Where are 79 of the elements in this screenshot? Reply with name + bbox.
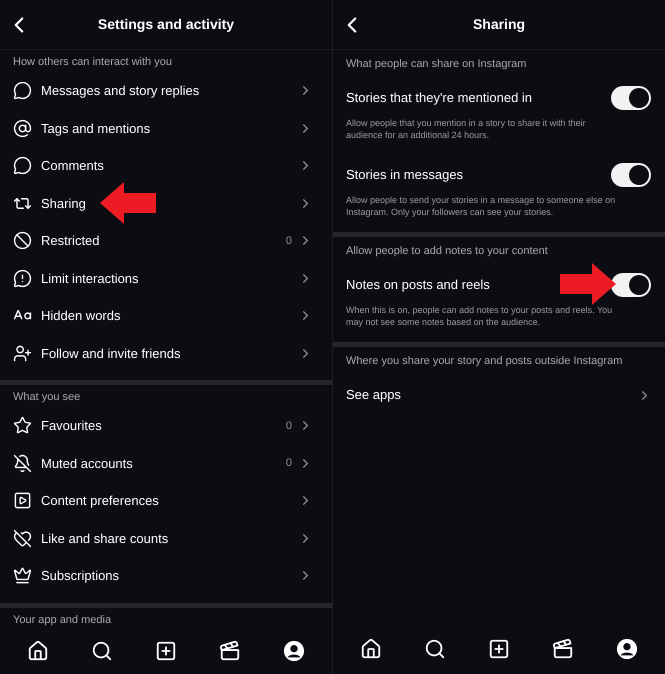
row-count: 0: [286, 418, 292, 434]
profile-icon: [616, 638, 638, 660]
row-label: Muted accounts: [41, 454, 133, 472]
row-label: Messages and story replies: [41, 82, 200, 100]
row-label: Tags and mentions: [41, 120, 150, 138]
search-button[interactable]: [424, 638, 446, 660]
row-label: Restricted: [41, 232, 100, 250]
row-label: See apps: [346, 386, 401, 404]
row-count: 0: [286, 456, 292, 471]
toggle-switch[interactable]: [611, 163, 651, 187]
setting-description: Allow people that you mention in a story to share it with their audience for an additional 24 hours.: [346, 118, 587, 141]
clapperboard-button[interactable]: [552, 638, 574, 660]
clapperboard-icon: [552, 638, 574, 660]
search-button[interactable]: [91, 640, 113, 662]
search-icon: [91, 640, 113, 662]
create-button[interactable]: [488, 638, 510, 660]
create-icon: [488, 638, 510, 660]
toggle-switch[interactable]: [611, 273, 651, 297]
row-label: Follow and invite friends: [41, 344, 180, 362]
home-icon: [27, 640, 49, 662]
settings-row[interactable]: Restricted 0: [0, 222, 332, 260]
settings-row[interactable]: Like and share counts: [0, 520, 332, 557]
settings-row[interactable]: Sharing: [0, 184, 332, 222]
section-heading: Where you share your story and posts outside Instagram: [346, 354, 624, 369]
settings-row[interactable]: Tags and mentions: [0, 110, 332, 147]
profile-icon: [283, 640, 305, 662]
section-heading: What people can share on Instagram: [346, 57, 528, 72]
home-icon: [360, 638, 382, 660]
profile-button[interactable]: [616, 638, 638, 660]
settings-row[interactable]: Subscriptions: [0, 557, 332, 594]
settings-row[interactable]: Comments: [0, 147, 332, 184]
section-heading: How others can interact with you: [12, 55, 173, 70]
row-label: Hidden words: [41, 307, 120, 325]
create-icon: [155, 640, 177, 662]
setting-description: Allow people to send your stories in a message to someone else on Instagram. Only your followers can see your stories.: [346, 195, 616, 218]
row-label: Content preferences: [41, 492, 159, 510]
setting-label: Stories that they're mentioned in: [346, 89, 532, 108]
slashed-circle-icon: [13, 231, 32, 250]
row-label: Subscriptions: [41, 567, 120, 585]
home-button[interactable]: [360, 638, 382, 660]
settings-row[interactable]: Content preferences: [0, 482, 332, 520]
profile-button[interactable]: [283, 640, 305, 662]
at-sign-icon: [13, 118, 32, 138]
screen-title: Sharing: [472, 15, 526, 34]
row-label: Like and share counts: [41, 530, 168, 548]
row-label: Limit interactions: [41, 270, 139, 288]
settings-row[interactable]: Limit interactions: [0, 260, 332, 297]
row-label: Comments: [41, 157, 104, 175]
row-label: Sharing: [41, 194, 86, 213]
settings-row[interactable]: Follow and invite friends: [0, 334, 332, 372]
setting-label: Stories in messages: [346, 166, 464, 184]
setting-description: When this is on, people can add notes to your posts and reels. You may not see some notes based on the audience.: [346, 305, 614, 328]
settings-row[interactable]: Messages and story replies: [0, 72, 332, 110]
clapperboard-icon: [219, 640, 241, 662]
media-icon: [13, 491, 32, 510]
row-label: Favourites: [41, 417, 102, 435]
chat-bubble-icon: [13, 81, 32, 100]
section-heading: Your app and media: [12, 612, 112, 628]
comment-icon: [13, 156, 32, 176]
row-count: 0: [286, 234, 292, 248]
section-heading: Allow people to add notes to your content: [346, 244, 549, 259]
home-button[interactable]: [27, 640, 49, 662]
screen-title: Settings and activity: [98, 15, 234, 34]
crown-icon: [13, 566, 32, 586]
toggle-switch[interactable]: [611, 86, 651, 110]
section-heading: What you see: [12, 390, 82, 405]
crossed-heart-icon: [13, 528, 32, 548]
settings-row[interactable]: Hidden words: [0, 297, 332, 334]
settings-row[interactable]: Favourites 0: [0, 407, 332, 444]
muted-bell-icon: [13, 454, 32, 473]
link-row[interactable]: See apps: [346, 375, 652, 415]
clapperboard-button[interactable]: [219, 640, 241, 662]
warning-bubble-icon: [13, 268, 32, 288]
create-button[interactable]: [155, 640, 177, 662]
star-icon: [13, 416, 32, 436]
settings-row[interactable]: Muted accounts 0: [0, 444, 332, 482]
add-user-icon: [13, 344, 32, 363]
setting-label: Notes on posts and reels: [346, 276, 490, 294]
search-icon: [424, 638, 446, 660]
